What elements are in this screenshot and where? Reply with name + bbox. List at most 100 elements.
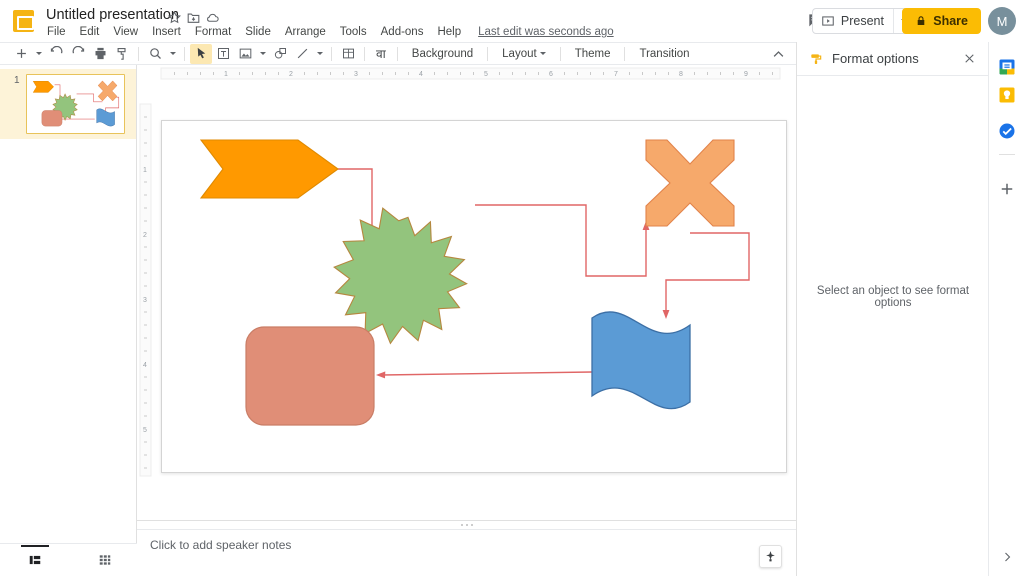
speaker-notes-placeholder[interactable]: Click to add speaker notes [150, 538, 291, 552]
text-box-button[interactable] [212, 44, 234, 64]
connector-wave-to-rect[interactable] [376, 371, 593, 379]
toolbar-divider-2 [184, 46, 185, 61]
svg-text:9: 9 [744, 71, 748, 78]
cloud-status-icon[interactable] [205, 10, 220, 25]
speaker-notes-panel[interactable]: Click to add speaker notes [137, 529, 796, 576]
redo-button[interactable] [67, 44, 89, 64]
horizontal-ruler[interactable]: 1 2 3 4 5 6 7 8 9 [137, 65, 796, 82]
menu-help[interactable]: Help [430, 24, 468, 40]
svg-text:2: 2 [289, 71, 293, 78]
canvas-viewport[interactable] [152, 82, 796, 520]
share-button[interactable]: Share [902, 8, 981, 34]
notes-splitter[interactable] [137, 520, 796, 529]
notes-drag-handle[interactable] [460, 524, 473, 526]
toolbar-divider-3 [331, 46, 332, 61]
orange-arrow-shape[interactable] [199, 139, 339, 199]
toolbar-divider [138, 46, 139, 61]
explore-icon [766, 551, 775, 562]
undo-button[interactable] [45, 44, 67, 64]
line-button[interactable] [291, 44, 313, 64]
slide-graphics [199, 139, 750, 426]
editor-area: 1 2 3 4 5 6 7 8 9 1 2 3 4 5 [137, 65, 796, 520]
menu-format[interactable]: Format [188, 24, 238, 40]
horizontal-ruler-marks: 1 2 3 4 5 6 7 8 9 [137, 65, 796, 82]
new-slide-dropdown[interactable] [32, 44, 45, 64]
share-label: Share [933, 14, 968, 28]
theme-button[interactable]: Theme [566, 48, 620, 60]
filmstrip-icon [29, 555, 41, 565]
svg-text:5: 5 [143, 427, 147, 434]
svg-text:2: 2 [143, 232, 147, 239]
menu-tools[interactable]: Tools [333, 24, 374, 40]
calendar-icon[interactable] [998, 58, 1016, 76]
background-button[interactable]: Background [403, 48, 482, 60]
menu-arrange[interactable]: Arrange [278, 24, 333, 40]
menu-insert[interactable]: Insert [145, 24, 188, 40]
toolbar-divider-4 [364, 46, 365, 61]
close-icon[interactable] [963, 52, 976, 65]
menu-view[interactable]: View [106, 24, 145, 40]
top-bar: Untitled presentation File Edit View Ins… [0, 0, 1024, 42]
present-main[interactable]: Present [813, 9, 893, 33]
document-title[interactable]: Untitled presentation [46, 7, 179, 23]
green-star-shape[interactable] [333, 207, 468, 345]
present-icon [822, 16, 834, 26]
insert-table-button[interactable] [337, 44, 359, 64]
filmstrip-view-button[interactable] [21, 545, 49, 569]
view-mode-bar [0, 543, 137, 576]
print-button[interactable] [89, 44, 111, 64]
toolbar-divider-5 [396, 46, 398, 61]
connector-cross-to-wave[interactable] [662, 232, 750, 319]
blue-wave-shape[interactable] [591, 311, 691, 410]
slide-canvas[interactable] [161, 120, 787, 473]
last-edit-status[interactable]: Last edit was seconds ago [478, 26, 614, 38]
svg-text:7: 7 [614, 71, 618, 78]
format-panel-title: Format options [832, 51, 919, 66]
zoom-dropdown[interactable] [166, 44, 179, 64]
toolbar-divider-8 [624, 46, 626, 61]
line-dropdown[interactable] [313, 44, 326, 64]
menu-slide[interactable]: Slide [238, 24, 278, 40]
shape-button[interactable] [269, 44, 291, 64]
slide-thumbnail-preview[interactable] [26, 74, 125, 134]
new-slide-button[interactable] [10, 44, 32, 64]
insert-image-button[interactable] [234, 44, 256, 64]
menu-bar: File Edit View Insert Format Slide Arran… [45, 24, 614, 40]
slide-thumbnail-1[interactable]: 1 [0, 69, 136, 139]
format-options-panel: Format options Select an object to see f… [796, 42, 988, 576]
orange-cross-shape[interactable] [645, 139, 735, 227]
chevron-up-icon[interactable] [771, 47, 786, 62]
select-tool-button[interactable] [190, 43, 212, 64]
menu-file[interactable]: File [45, 24, 73, 40]
transition-button[interactable]: Transition [630, 48, 698, 60]
format-panel-empty-message: Select an object to see format options [816, 285, 970, 309]
star-icon[interactable] [167, 10, 182, 25]
present-button[interactable]: Present [811, 8, 916, 34]
tasks-icon[interactable] [998, 122, 1016, 140]
salmon-rounded-rect-shape[interactable] [245, 326, 375, 426]
grid-view-button[interactable] [94, 551, 116, 569]
avatar[interactable]: M [988, 7, 1016, 35]
toolbar-divider-6 [487, 46, 489, 61]
keep-icon[interactable] [998, 86, 1016, 104]
slide-filmstrip[interactable]: 1 [0, 65, 137, 543]
svg-text:8: 8 [679, 71, 683, 78]
zoom-button[interactable] [144, 44, 166, 64]
vertical-ruler[interactable]: 1 2 3 4 5 [137, 82, 152, 520]
explore-button[interactable] [759, 545, 782, 568]
paint-format-button[interactable] [111, 44, 133, 64]
move-to-folder-icon[interactable] [186, 10, 201, 25]
chevron-right-icon[interactable] [1001, 550, 1013, 562]
menu-addons[interactable]: Add-ons [374, 24, 431, 40]
connector-star-to-cross[interactable] [475, 204, 650, 277]
toolbar: वा Background Layout Theme Transition [0, 42, 796, 65]
present-label: Present [840, 14, 884, 28]
format-panel-header: Format options [797, 42, 988, 76]
image-dropdown[interactable] [256, 44, 269, 64]
input-tools-button[interactable]: वा [370, 45, 392, 62]
layout-label: Layout [502, 47, 537, 60]
menu-edit[interactable]: Edit [73, 24, 107, 40]
layout-button[interactable]: Layout [493, 48, 555, 60]
thumbnail-shapes [32, 80, 120, 127]
add-addon-icon[interactable] [998, 180, 1016, 198]
